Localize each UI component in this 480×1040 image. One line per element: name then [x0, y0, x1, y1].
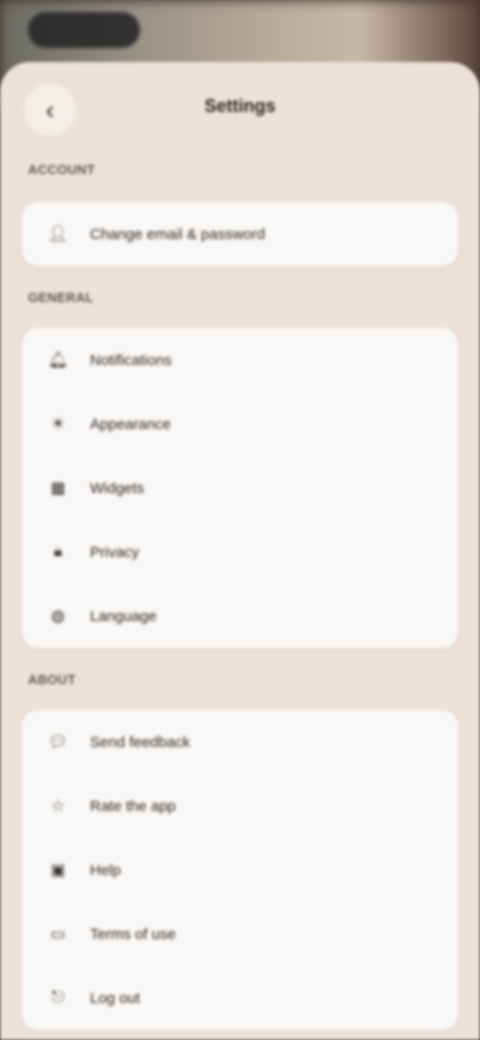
list-item-notifications[interactable]: 🔔︎ Notifications [22, 328, 458, 392]
section-label-account: ACCOUNT [28, 162, 96, 177]
help-icon: ▣ [50, 862, 66, 879]
list-item-language[interactable]: ◍ Language [22, 584, 458, 648]
chat-icon: 💬︎ [47, 734, 69, 751]
list-item-feedback[interactable]: 💬︎ Send feedback [22, 710, 458, 774]
list-item-label: Privacy [90, 543, 140, 561]
list-item-logout[interactable]: ⎋ Log out [22, 966, 458, 1030]
list-item-privacy[interactable]: 🔒︎ Privacy [22, 520, 458, 584]
list-item-label: Change email & password [90, 225, 266, 243]
status-pill [28, 12, 140, 48]
list-item-label: Language [90, 607, 157, 625]
section-label-general: GENERAL [28, 290, 94, 305]
list-item-label: Rate the app [90, 797, 176, 815]
card-account: 👤︎ Change email & password [22, 202, 458, 266]
header: ‹ Settings [0, 62, 480, 152]
list-item-label: Widgets [90, 479, 145, 497]
list-item-label: Terms of use [90, 925, 176, 943]
grid-icon: ▦ [50, 480, 66, 497]
lock-icon: 🔒︎ [53, 543, 63, 560]
list-item-appearance[interactable]: ☀︎ Appearance [22, 392, 458, 456]
bell-icon: 🔔︎ [47, 352, 69, 369]
sun-icon: ☀︎ [50, 416, 66, 433]
card-about: 💬︎ Send feedback ☆ Rate the app ▣ Help ▭… [22, 710, 458, 1030]
list-item-help[interactable]: ▣ Help [22, 838, 458, 902]
document-icon: ▭ [50, 926, 66, 943]
list-item-rate[interactable]: ☆ Rate the app [22, 774, 458, 838]
list-item-terms[interactable]: ▭ Terms of use [22, 902, 458, 966]
list-item-label: Notifications [90, 351, 172, 369]
card-general: 🔔︎ Notifications ☀︎ Appearance ▦ Widgets… [22, 328, 458, 648]
section-label-about: ABOUT [28, 672, 76, 687]
list-item-label: Send feedback [90, 733, 191, 751]
person-icon: 👤︎ [47, 226, 69, 243]
star-icon: ☆ [50, 798, 66, 815]
list-item-label: Help [90, 861, 121, 879]
list-item-account-0[interactable]: 👤︎ Change email & password [22, 202, 458, 266]
list-item-widgets[interactable]: ▦ Widgets [22, 456, 458, 520]
page-title: Settings [204, 96, 276, 116]
globe-icon: ◍ [51, 608, 65, 625]
logout-icon: ⎋ [51, 989, 65, 1006]
settings-sheet: ‹ Settings ACCOUNT 👤︎ Change email & pas… [0, 62, 480, 1040]
list-item-label: Appearance [90, 415, 171, 433]
list-item-label: Log out [90, 989, 141, 1007]
